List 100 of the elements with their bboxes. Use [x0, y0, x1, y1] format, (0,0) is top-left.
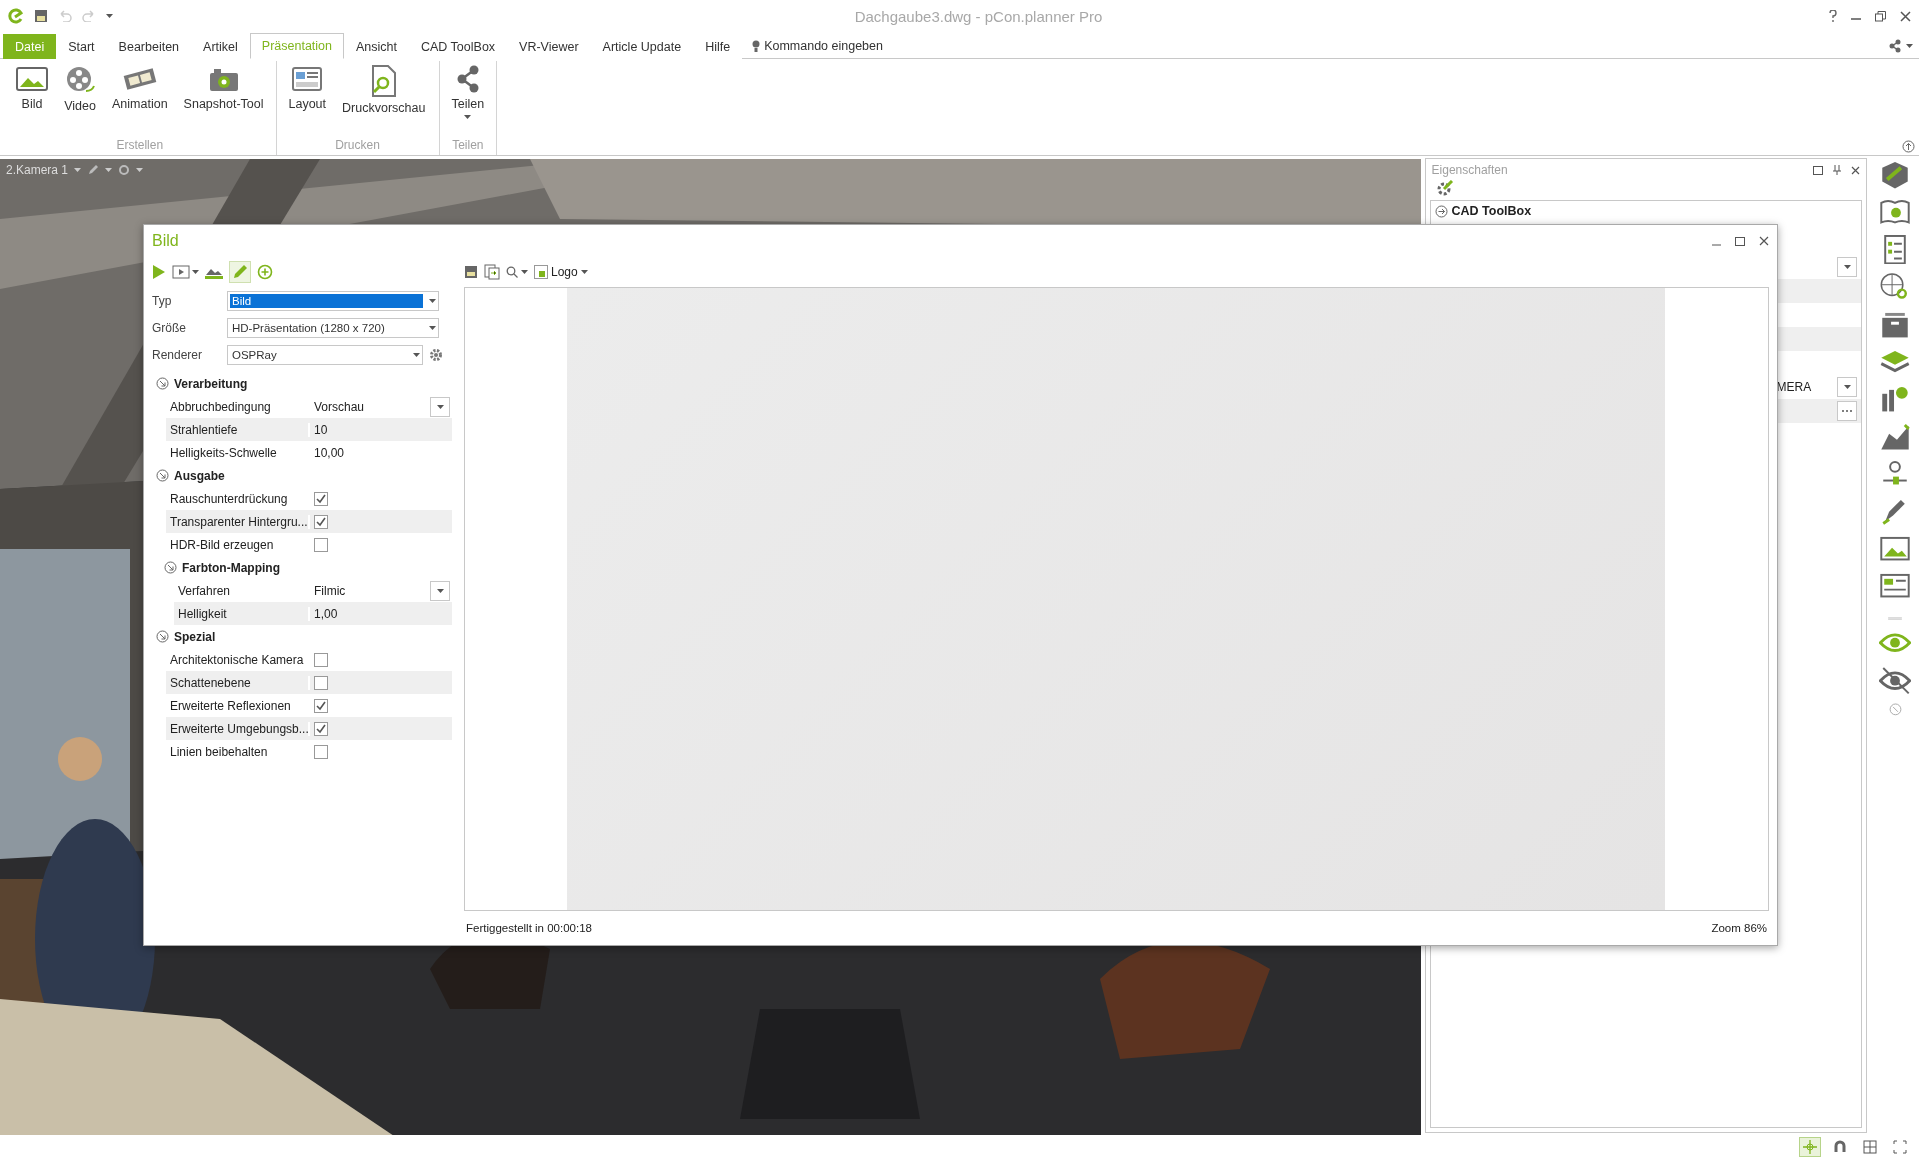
help-icon[interactable] — [1829, 10, 1837, 22]
caret-icon — [580, 270, 588, 274]
command-search-label: Kommando eingeben — [764, 39, 883, 53]
share-icon[interactable] — [1888, 39, 1902, 53]
ribbon-button[interactable]: Snapshot-Tool — [177, 61, 270, 138]
caret-icon — [521, 270, 528, 274]
property-label: Strahlentiefe — [166, 422, 310, 437]
property-label: Verfahren — [174, 583, 310, 598]
app-logo — [8, 8, 24, 24]
collapse-icon[interactable] — [164, 561, 177, 574]
film-reel-icon — [64, 65, 96, 95]
maximize-icon[interactable] — [1813, 165, 1824, 175]
checkbox[interactable] — [314, 491, 328, 506]
ribbon-group-label: Teilen — [451, 138, 485, 154]
ribbon-button[interactable]: Teilen — [445, 61, 491, 138]
property-label: Helligkeit — [174, 606, 310, 621]
gear-icon[interactable] — [118, 164, 131, 176]
image-icon — [16, 65, 48, 93]
property-label: Abbruchbedingung — [166, 399, 310, 414]
property-label: Helligkeits-Schwelle — [166, 445, 310, 460]
dropdown-button[interactable] — [430, 580, 450, 601]
close-icon[interactable] — [1900, 10, 1911, 22]
collapse-icon[interactable] — [156, 630, 169, 643]
caret-icon — [1843, 265, 1851, 269]
ribbon-group-label: Erstellen — [115, 138, 165, 154]
ribbon-button[interactable]: Layout — [282, 61, 333, 138]
caret-icon — [429, 298, 436, 303]
caret-icon — [74, 168, 82, 172]
gear-wrench-icon[interactable] — [1435, 180, 1454, 196]
render-window-icon[interactable] — [172, 265, 190, 279]
settings-icon[interactable] — [429, 347, 443, 362]
magnet-icon — [1833, 1139, 1847, 1154]
lightbulb-icon — [752, 39, 761, 53]
command-search[interactable]: Kommando eingeben — [752, 34, 883, 58]
dropdown-field[interactable]: HD-Präsentation (1280 x 720) — [227, 317, 439, 338]
dropdown-button[interactable] — [430, 396, 450, 417]
book-search-icon[interactable] — [1879, 197, 1912, 227]
dialog-title: Bild — [152, 232, 179, 250]
checkbox[interactable] — [314, 744, 328, 759]
property-label: Linien beibehalten — [166, 744, 310, 759]
restore-icon[interactable] — [1875, 10, 1886, 22]
collapse-icon[interactable] — [156, 377, 169, 390]
camera-label[interactable]: 2.Kamera 1 — [6, 163, 69, 177]
checkbox[interactable] — [314, 698, 328, 713]
close-icon[interactable] — [1851, 165, 1861, 175]
pencil-icon[interactable] — [87, 164, 100, 176]
caret-icon — [106, 14, 113, 18]
caret-icon — [429, 325, 436, 330]
caret-icon — [1843, 385, 1851, 389]
save-icon[interactable] — [464, 265, 478, 279]
ribbon-button[interactable]: Druckvorschau — [336, 61, 432, 138]
eye-off-icon[interactable] — [1879, 665, 1912, 696]
layout-icon — [291, 65, 324, 93]
maximize-icon[interactable] — [1735, 236, 1745, 246]
property-value: 10 — [314, 422, 328, 437]
field-label: Typ — [152, 293, 173, 308]
save-icon[interactable] — [34, 9, 48, 23]
property-value: Vorschau — [314, 399, 365, 414]
more-button[interactable] — [1837, 401, 1858, 421]
terrain-grid-icon[interactable] — [1879, 421, 1912, 451]
property-value: 1,00 — [314, 606, 338, 621]
search-icon[interactable] — [506, 266, 518, 278]
collapse-icon[interactable] — [156, 469, 169, 482]
dropdown-field[interactable]: OSPRay — [227, 344, 423, 365]
section-title: Ausgabe — [174, 468, 225, 483]
caret-icon — [105, 168, 113, 172]
property-label: Rauschunterdrückung — [166, 491, 310, 506]
ribbon-button[interactable]: Bild — [10, 61, 54, 138]
property-label: HDR-Bild erzeugen — [166, 537, 310, 552]
caret-icon — [436, 588, 444, 593]
checkbox[interactable] — [314, 675, 328, 690]
dropdown-field[interactable]: Bild — [227, 290, 439, 311]
drag-handle-icon[interactable] — [1888, 616, 1903, 621]
caret-icon — [413, 352, 420, 357]
section-title: Spezial — [174, 629, 216, 644]
fullscreen-icon — [1893, 1139, 1907, 1154]
checkbox[interactable] — [314, 652, 328, 667]
ribbon-group-label: Drucken — [334, 138, 381, 154]
panel-title: Eigenschaften — [1431, 163, 1508, 177]
dropdown-button[interactable] — [1837, 377, 1858, 397]
checkbox[interactable] — [314, 721, 328, 736]
property-label: Erweiterte Reflexionen — [166, 698, 310, 713]
ribbon-button[interactable]: Animation — [106, 61, 174, 138]
close-icon[interactable] — [1759, 236, 1769, 246]
logo-icon — [534, 265, 548, 279]
checkbox[interactable] — [314, 537, 328, 552]
expand-icon[interactable] — [1434, 204, 1448, 218]
field-label: Größe — [152, 320, 187, 335]
property-label: Architektonische Kamera — [166, 652, 310, 667]
export-icon[interactable] — [484, 264, 500, 280]
dropdown-button[interactable] — [1837, 257, 1858, 277]
checkbox[interactable] — [314, 514, 328, 529]
pin-icon[interactable] — [1833, 165, 1842, 175]
collapse-ribbon-icon[interactable] — [1902, 140, 1915, 153]
ribbon-button[interactable]: Video — [58, 61, 102, 138]
section-title: Verarbeitung — [174, 376, 248, 391]
logo-dropdown[interactable]: Logo — [534, 265, 588, 279]
property-label: Erweiterte Umgebungsb... — [166, 721, 310, 736]
section-title: CAD ToolBox — [1451, 204, 1532, 218]
property-value: 10,00 — [314, 445, 345, 460]
